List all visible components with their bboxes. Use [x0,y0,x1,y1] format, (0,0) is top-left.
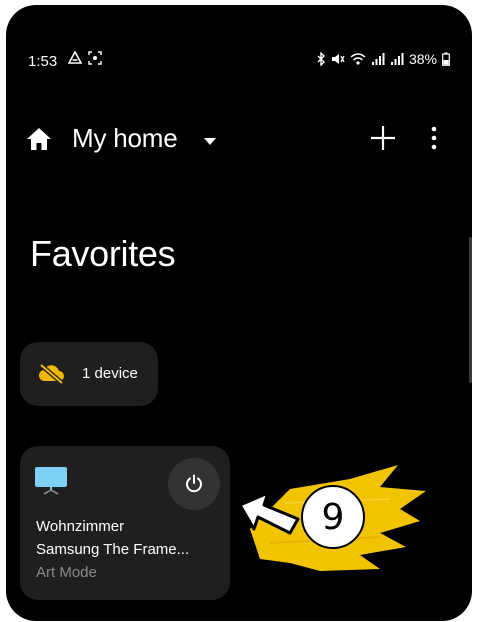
add-button[interactable] [368,123,398,153]
home-selector[interactable]: My home [72,123,178,154]
offline-devices-chip[interactable]: 1 device [20,342,158,406]
signal-icon [390,52,404,66]
drive-icon [67,50,83,70]
signal-icon [371,52,385,66]
battery-icon [442,52,450,66]
device-card-frame-tv[interactable]: Wohnzimmer Samsung The Frame... Art Mode [20,446,230,600]
step-number-badge: 9 [301,485,365,549]
bluetooth-icon [316,52,326,66]
tv-icon [34,466,68,501]
status-left-icons [67,50,102,70]
device-status: Art Mode [36,564,97,581]
scrollbar[interactable] [469,237,472,383]
screenshot-icon [88,51,102,70]
offline-chip-label: 1 device [82,365,138,382]
device-room: Wohnzimmer [36,518,125,535]
more-options-button[interactable] [424,123,444,153]
power-icon [186,474,202,493]
battery-text: 38% [408,51,437,67]
dropdown-icon[interactable] [204,133,216,151]
header: My home [6,115,472,165]
power-button[interactable] [168,458,220,510]
favorites-title: Favorites [30,233,176,274]
status-bar: 1:53 38% [6,5,472,115]
device-name: Samsung The Frame... [36,541,190,558]
cloud-off-icon [38,362,66,389]
status-right: 38% [316,51,450,67]
home-icon [26,127,52,156]
wifi-icon [350,52,366,66]
phone-screen: 1:53 38% My home Favorites 1 device Wohn… [6,5,472,621]
mute-icon [331,52,345,66]
plus-icon [371,126,395,150]
status-time: 1:53 [28,53,58,70]
more-vert-icon [431,126,437,150]
